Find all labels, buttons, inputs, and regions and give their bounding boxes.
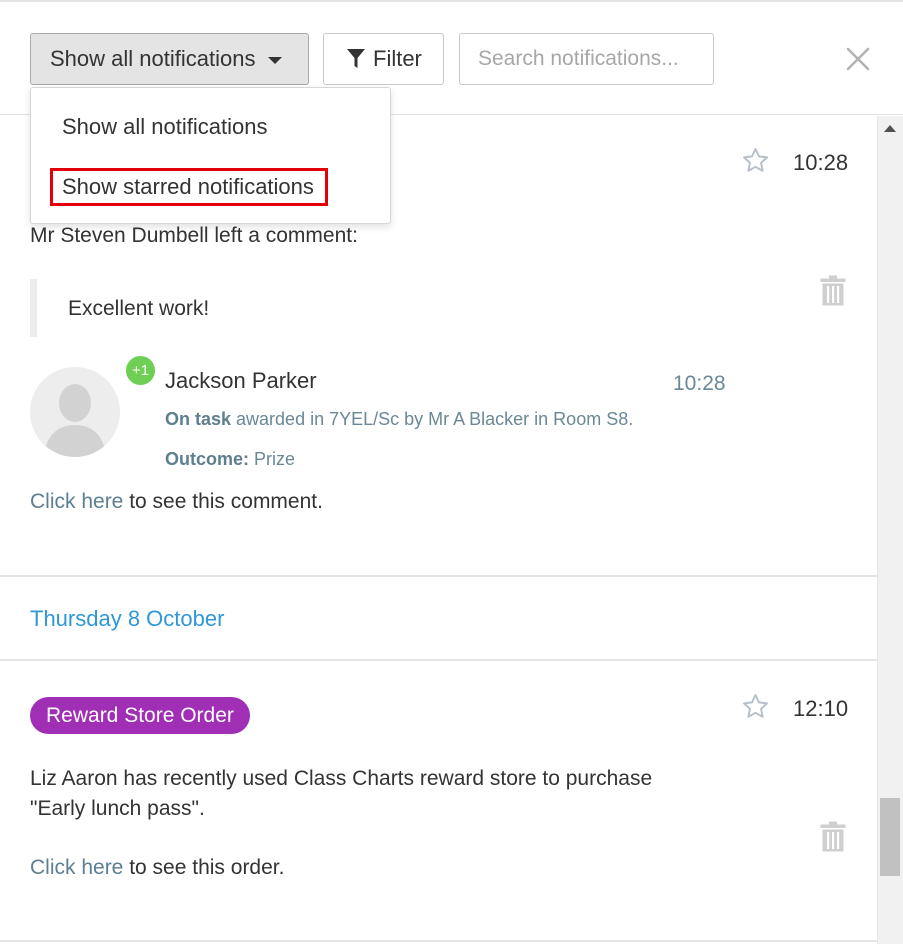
- star-icon[interactable]: [741, 692, 770, 721]
- filter-button[interactable]: Filter: [323, 33, 444, 85]
- link-suffix: to see this order.: [123, 856, 285, 879]
- award-detail: On task awarded in 7YEL/Sc by Mr A Black…: [165, 409, 633, 430]
- scrollbar-thumb[interactable]: [880, 798, 900, 876]
- quote-bar: [30, 279, 37, 337]
- comment-quote: Excellent work!: [68, 297, 210, 320]
- notification-body-line: Liz Aaron has recently used Class Charts…: [30, 767, 653, 790]
- scrollbar[interactable]: [877, 116, 903, 944]
- notification-time: 12:10: [793, 696, 849, 721]
- points-badge: +1: [124, 354, 157, 387]
- notification-feed[interactable]: 10:28 Mr Steven Dumbell left a comment: …: [0, 116, 877, 944]
- view-order-link[interactable]: Click here: [30, 856, 123, 879]
- divider: [0, 940, 877, 942]
- award-description: awarded in 7YEL/Sc by Mr A Blacker in Ro…: [231, 409, 634, 429]
- star-icon[interactable]: [741, 146, 770, 175]
- date-header: Thursday 8 October: [30, 606, 225, 631]
- award-outcome: Outcome: Prize: [165, 449, 295, 470]
- divider: [0, 575, 877, 577]
- trash-icon[interactable]: [820, 821, 846, 852]
- student-name: Jackson Parker: [165, 368, 317, 393]
- outcome-label: Outcome:: [165, 449, 250, 469]
- award-time: 10:28: [673, 372, 726, 395]
- show-notifications-dropdown-button[interactable]: Show all notifications: [30, 33, 309, 85]
- comment-link-line: Click here to see this comment.: [30, 490, 323, 514]
- behaviour-name: On task: [165, 409, 232, 429]
- menu-item-show-all[interactable]: Show all notifications: [62, 114, 267, 140]
- filter-label: Filter: [373, 46, 422, 71]
- filter-icon: [347, 49, 365, 68]
- close-icon[interactable]: [845, 46, 871, 72]
- outcome-value: Prize: [249, 449, 296, 469]
- search-input[interactable]: [459, 33, 714, 85]
- caret-down-icon: [268, 56, 283, 64]
- avatar: [30, 367, 120, 457]
- notification-body-line: "Early lunch pass".: [30, 797, 205, 820]
- view-comment-link[interactable]: Click here: [30, 490, 123, 513]
- scroll-up-arrow-icon[interactable]: [884, 125, 896, 132]
- order-link-line: Click here to see this order.: [30, 856, 284, 880]
- divider: [0, 659, 877, 661]
- notification-time: 10:28: [793, 150, 849, 175]
- show-notifications-label: Show all notifications: [50, 46, 256, 71]
- menu-item-show-starred[interactable]: Show starred notifications: [62, 174, 314, 200]
- avatar-placeholder-icon: [44, 384, 106, 457]
- link-suffix: to see this comment.: [123, 490, 323, 513]
- reward-store-tag: Reward Store Order: [30, 697, 250, 734]
- notification-body: Mr Steven Dumbell left a comment:: [30, 224, 358, 247]
- notification-filter-menu: Show all notifications Show starred noti…: [30, 87, 391, 224]
- trash-icon[interactable]: [820, 275, 846, 306]
